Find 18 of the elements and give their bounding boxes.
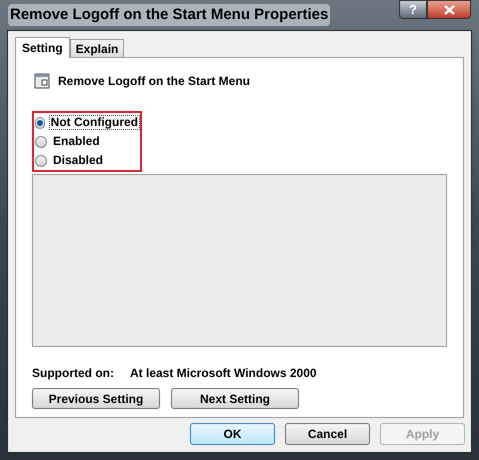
- radio-button[interactable]: [35, 136, 47, 148]
- radio-button[interactable]: [35, 154, 47, 166]
- radio-option[interactable]: Disabled: [35, 153, 140, 168]
- policy-title: Remove Logoff on the Start Menu: [58, 73, 250, 90]
- nav-button[interactable]: Previous Setting: [32, 388, 160, 409]
- dialog-button[interactable]: Cancel: [285, 423, 370, 445]
- close-button[interactable]: [427, 0, 471, 19]
- tab[interactable]: Explain: [70, 39, 124, 57]
- radio-button[interactable]: [35, 116, 45, 128]
- policy-icon: [34, 73, 50, 89]
- radio-option[interactable]: Enabled: [35, 134, 140, 149]
- dialog-button[interactable]: OK: [190, 423, 275, 445]
- window-title: Remove Logoff on the Start Menu Properties: [8, 4, 330, 26]
- supported-label: Supported on:: [32, 365, 114, 382]
- supported-value: At least Microsoft Windows 2000: [130, 365, 317, 382]
- close-icon: [444, 4, 454, 14]
- tab[interactable]: Setting: [15, 37, 70, 58]
- nav-button[interactable]: Next Setting: [171, 388, 299, 409]
